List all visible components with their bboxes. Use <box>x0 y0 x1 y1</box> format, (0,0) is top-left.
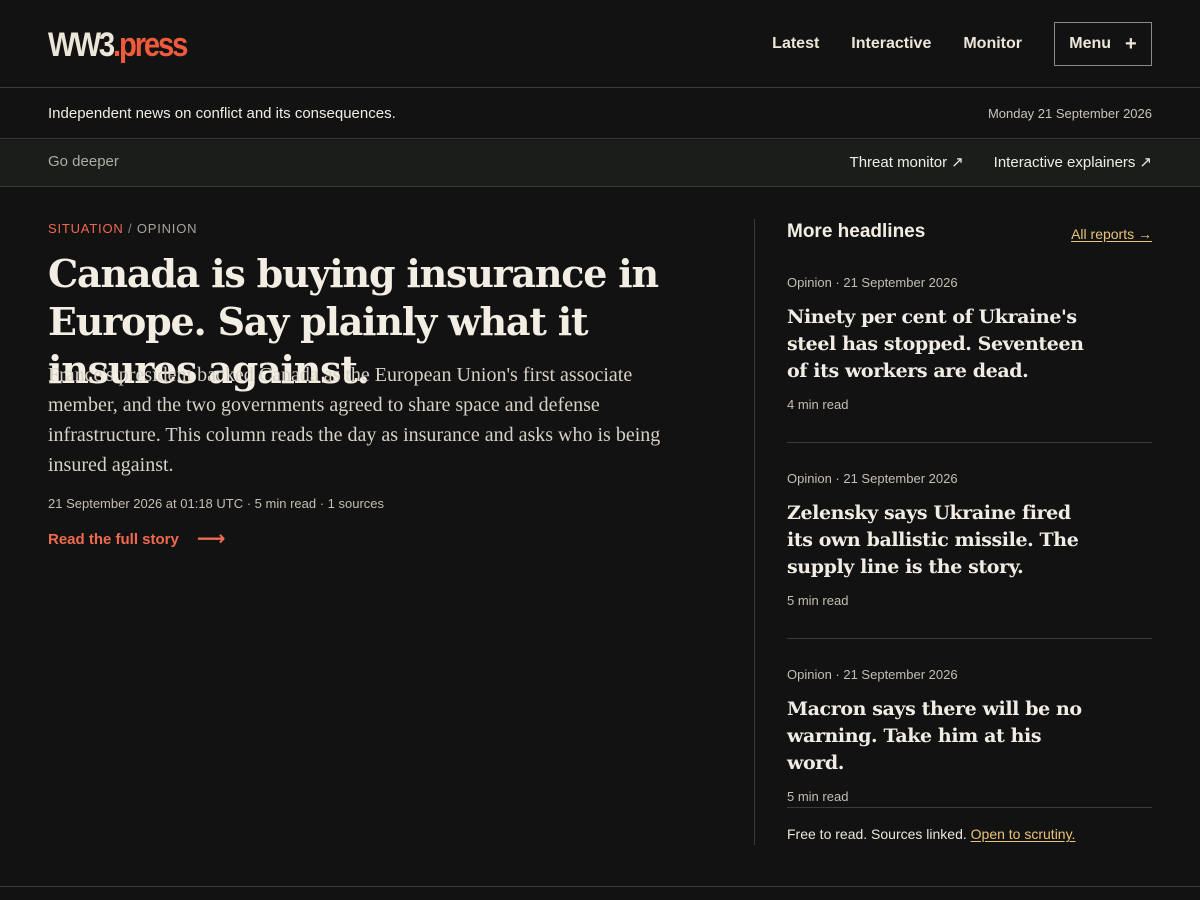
menu-button[interactable]: Menu + <box>1054 22 1152 66</box>
read-full-story-link[interactable]: Read the full story ⟶ <box>48 528 226 550</box>
story-kicker: SITUATION / OPINION <box>48 221 197 236</box>
current-date: Monday 21 September 2026 <box>987 106 1152 121</box>
headline-divider <box>787 638 1152 639</box>
headline-title[interactable]: Zelensky says Ukraine fired its own ball… <box>787 500 1097 581</box>
external-arrow-icon: ↗ <box>1139 154 1152 171</box>
nav-latest[interactable]: Latest <box>772 22 819 66</box>
sidebar-footer-note: Free to read. Sources linked. Open to sc… <box>787 826 1075 842</box>
plus-icon: + <box>1125 33 1137 55</box>
headline-title[interactable]: Macron says there will be no warning. Ta… <box>787 696 1097 777</box>
headline-meta: Opinion · 21 September 2026 <box>787 667 958 682</box>
site-logo[interactable]: WW3.press <box>48 26 188 64</box>
tagline-bar: Independent news on conflict and its con… <box>0 89 1200 139</box>
menu-label: Menu <box>1069 35 1112 52</box>
go-deeper-label: Go deeper <box>48 153 119 170</box>
headline-read-time: 5 min read <box>787 789 849 804</box>
lead-dek: France's president backed Canada as the … <box>48 364 661 476</box>
nav-interactive[interactable]: Interactive <box>851 22 931 66</box>
headline-meta: Opinion · 21 September 2026 <box>787 275 958 290</box>
headline-item[interactable]: Opinion · 21 September 2026 Zelensky say… <box>787 471 1152 608</box>
interactive-explainers-link[interactable]: Interactive explainers ↗ <box>994 153 1152 171</box>
go-deeper-links: Threat monitor ↗ Interactive explainers ↗ <box>850 153 1152 171</box>
column-divider <box>754 219 755 845</box>
main-nav: Latest Interactive Monitor Menu + <box>772 22 1152 66</box>
page-bottom-rule <box>0 886 1200 887</box>
headline-title[interactable]: Ninety per cent of Ukraine's steel has s… <box>787 304 1097 385</box>
lead-meta: 21 September 2026 at 01:18 UTC · 5 min r… <box>48 496 385 511</box>
threat-monitor-link[interactable]: Threat monitor ↗ <box>850 153 964 171</box>
all-reports-link[interactable]: All reports → <box>1071 226 1152 242</box>
nav-monitor[interactable]: Monitor <box>963 22 1022 66</box>
threat-monitor-label: Threat monitor <box>849 154 948 171</box>
headline-meta: Opinion · 21 September 2026 <box>787 471 958 486</box>
story-category: OPINION <box>136 221 198 236</box>
logo-wordmark: WW3 <box>48 26 115 64</box>
more-headlines-title: More headlines <box>787 221 926 242</box>
external-arrow-icon: ↗ <box>951 154 964 171</box>
headline-item[interactable]: Opinion · 21 September 2026 Macron says … <box>787 667 1152 804</box>
headline-divider <box>787 442 1152 443</box>
site-header: WW3.press Latest Interactive Monitor Men… <box>0 0 1200 88</box>
headline-item[interactable]: Opinion · 21 September 2026 Ninety per c… <box>787 275 1152 412</box>
section-link[interactable]: SITUATION <box>48 221 124 236</box>
headline-divider <box>787 807 1152 808</box>
site-tagline: Independent news on conflict and its con… <box>48 105 396 122</box>
headline-read-time: 5 min read <box>787 593 849 608</box>
open-to-scrutiny-link[interactable]: Open to scrutiny. <box>971 826 1076 842</box>
go-deeper-bar: Go deeper Threat monitor ↗ Interactive ex… <box>0 140 1200 187</box>
kicker-separator: / <box>123 221 137 236</box>
footer-note-text: Free to read. Sources linked. <box>787 826 971 842</box>
interactive-explainers-label: Interactive explainers <box>993 154 1136 171</box>
logo-domain: .press <box>113 26 188 64</box>
arrow-right-icon: ⟶ <box>196 528 226 550</box>
headline-read-time: 4 min read <box>787 397 849 412</box>
read-full-story-label: Read the full story <box>48 530 179 548</box>
